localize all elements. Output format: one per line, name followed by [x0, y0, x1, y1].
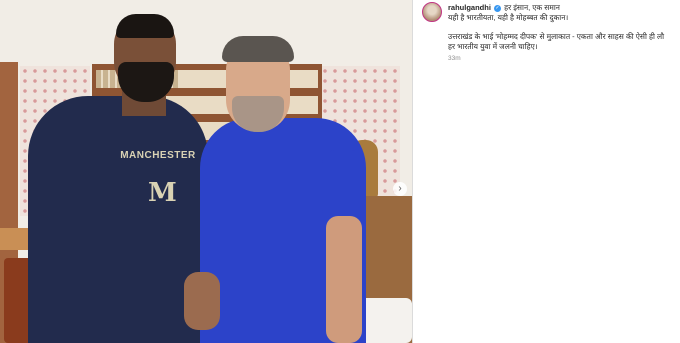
post-timestamp[interactable]: 33m — [448, 55, 461, 62]
next-photo-button[interactable]: › — [393, 182, 407, 196]
sofa — [360, 298, 412, 343]
person-right-arm — [326, 216, 362, 343]
person-left-sweatshirt — [28, 96, 208, 343]
person-left-hair — [116, 14, 174, 38]
person-right-sleeve — [322, 150, 364, 222]
caption-header: rahulgandhi ✓ हर इंसान, एक समान यही है भ… — [448, 3, 673, 22]
handshake — [184, 272, 220, 330]
profile-avatar[interactable] — [422, 2, 442, 22]
username-link[interactable]: rahulgandhi — [448, 3, 491, 12]
caption-paragraph: उत्तराखंड के भाई 'मोहम्मद दीपक' से मुलाक… — [448, 32, 665, 51]
post-photo[interactable]: MANCHESTER M › — [0, 0, 412, 343]
caption-line-2: यही है भारतीयता, यही है मोहब्बत की दुकान… — [448, 12, 569, 22]
sweatshirt-letter: M — [148, 178, 177, 208]
sweatshirt-print: MANCHESTER — [120, 150, 196, 161]
person-right-hair — [222, 36, 294, 62]
verified-badge-icon: ✓ — [494, 4, 502, 12]
caption-line-1: हर इंसान, एक समान — [504, 3, 560, 12]
